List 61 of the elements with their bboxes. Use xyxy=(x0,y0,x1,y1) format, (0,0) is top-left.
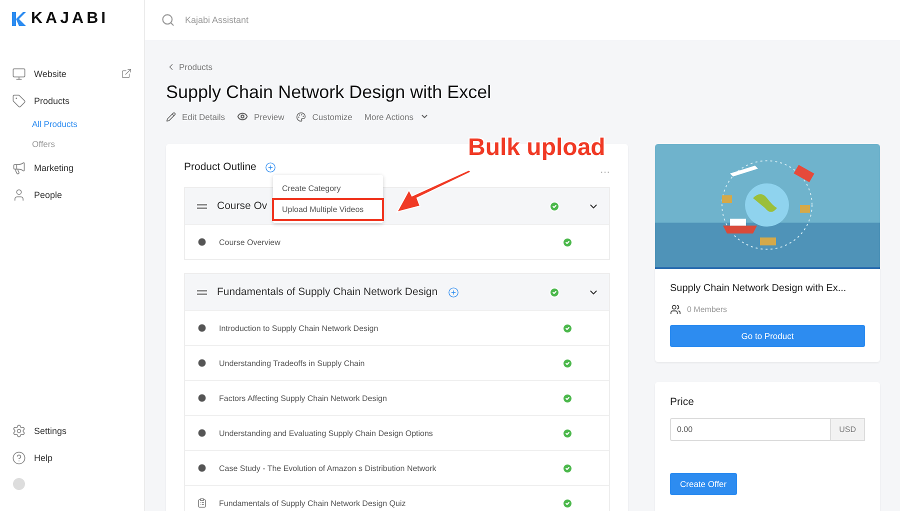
lesson-title[interactable]: Case Study - The Evolution of Amazon s Distribution Network xyxy=(219,464,550,472)
nav-item[interactable]: Help xyxy=(34,452,132,462)
check-icon xyxy=(562,428,573,438)
palette-icon xyxy=(296,112,306,122)
logo-text: KAJABI xyxy=(31,10,109,28)
external-link-icon[interactable] xyxy=(121,68,132,79)
person-icon xyxy=(12,188,26,202)
pencil-icon xyxy=(166,112,176,122)
nav-item[interactable]: Marketing xyxy=(34,162,132,172)
action-link[interactable]: Customize xyxy=(296,111,352,122)
caret-icon xyxy=(420,112,429,121)
eye-icon xyxy=(237,111,248,122)
members-count: 0 Members xyxy=(687,305,728,314)
monitor-icon xyxy=(12,66,26,80)
members-icon xyxy=(670,304,681,315)
check-icon xyxy=(562,498,573,508)
drag-handle-icon[interactable] xyxy=(197,290,207,294)
check-icon xyxy=(562,236,573,248)
check-icon xyxy=(562,322,573,334)
price-title: Price xyxy=(670,396,695,408)
menu-item[interactable]: Upload Multiple Videos xyxy=(273,199,383,220)
logo-icon xyxy=(12,12,26,26)
category-title: Course Ov xyxy=(217,200,268,212)
nav-item[interactable]: Settings xyxy=(34,426,132,436)
category-title: Fundamentals of Supply Chain Network Design xyxy=(217,286,438,298)
outline-title: Product Outline xyxy=(184,161,256,173)
page-title: Supply Chain Network Design with Excel xyxy=(166,82,492,103)
lesson-title[interactable]: Understanding Tradeoffs in Supply Chain xyxy=(219,358,550,368)
megaphone-icon xyxy=(12,160,26,174)
action-link[interactable]: Edit Details xyxy=(166,111,225,122)
tag-icon xyxy=(12,94,26,108)
breadcrumb-link[interactable]: Products xyxy=(166,62,880,72)
lesson-title[interactable]: Introduction to Supply Chain Network Design xyxy=(219,324,550,332)
search-icon xyxy=(161,13,175,27)
lesson-title[interactable]: Fundamentals of Supply Chain Network Design Quiz xyxy=(219,498,550,508)
more-actions-link[interactable]: More Actions xyxy=(364,111,429,122)
action-link[interactable]: Preview xyxy=(237,111,284,122)
help-icon xyxy=(12,450,26,464)
check-icon xyxy=(549,286,560,298)
currency-label: USD xyxy=(831,418,865,441)
add-icon[interactable] xyxy=(265,162,276,172)
nav-item[interactable]: People xyxy=(34,190,132,200)
lesson-title[interactable]: Course Overview xyxy=(219,238,550,246)
check-icon xyxy=(562,462,573,474)
add-icon[interactable] xyxy=(448,286,459,298)
annotation-label: Bulk upload xyxy=(468,134,606,162)
quiz-icon xyxy=(197,498,207,508)
price-field[interactable]: 0.00 xyxy=(670,418,832,441)
nav-item[interactable]: Website xyxy=(34,68,113,78)
drag-handle-icon[interactable] xyxy=(197,204,207,208)
lesson-title[interactable]: Understanding and Evaluating Supply Chain Design Options xyxy=(219,428,550,438)
check-icon xyxy=(549,200,560,212)
menu-item[interactable]: Create Category xyxy=(273,178,383,199)
lesson-title[interactable]: Factors Affecting Supply Chain Network Design xyxy=(219,394,550,402)
settings-icon xyxy=(12,424,26,438)
check-icon xyxy=(562,392,573,404)
nav-item[interactable]: Products xyxy=(34,96,132,106)
nav-subitem[interactable]: All Products xyxy=(12,114,144,134)
product-title: Supply Chain Network Design with Ex... xyxy=(670,283,848,294)
check-icon xyxy=(562,358,573,368)
search-field[interactable]: Kajabi Assistant xyxy=(183,14,383,26)
